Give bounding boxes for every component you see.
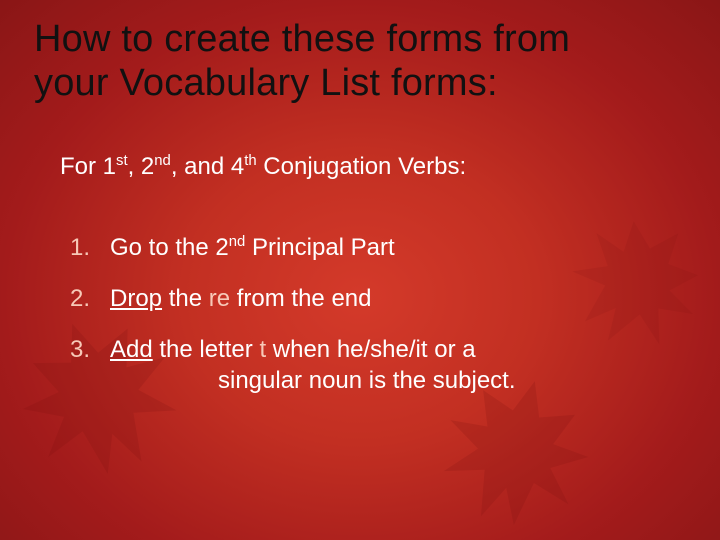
item-number: 1. — [70, 233, 110, 264]
list-item: 2. Drop the re from the end — [70, 284, 686, 315]
slide-title: How to create these forms from your Voca… — [34, 18, 686, 105]
steps-list: 1. Go to the 2nd Principal Part 2. Drop … — [70, 233, 686, 396]
item-number: 3. — [70, 335, 110, 366]
list-item: 3. Add the letter t when he/she/it or a … — [70, 335, 686, 396]
title-line-1: How to create these forms from — [34, 18, 570, 60]
item-number: 2. — [70, 284, 110, 315]
item-text: Drop the re from the end — [110, 284, 686, 315]
item-text: Go to the 2nd Principal Part — [110, 233, 686, 264]
title-line-2: your Vocabulary List forms: — [34, 62, 498, 104]
slide: How to create these forms from your Voca… — [0, 0, 720, 540]
subheading: For 1st, 2nd, and 4th Conjugation Verbs: — [60, 153, 686, 181]
list-item: 1. Go to the 2nd Principal Part — [70, 233, 686, 264]
item-text: Add the letter t when he/she/it or a sin… — [110, 335, 686, 396]
